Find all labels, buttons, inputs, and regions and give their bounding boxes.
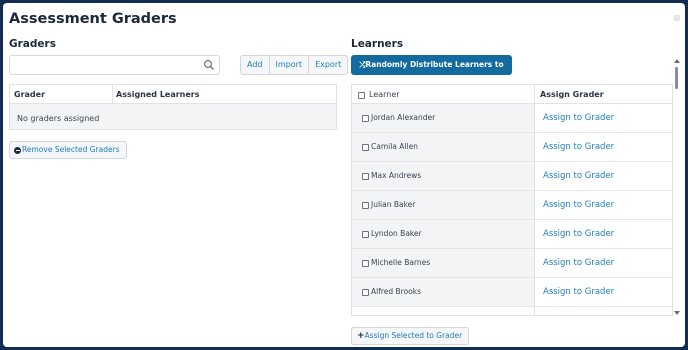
- learner-row: Julian Baker Assign to Grader: [352, 191, 672, 220]
- dialog-title: Assessment Graders: [9, 11, 177, 27]
- grader-search-input[interactable]: [9, 55, 220, 75]
- learners-table-header: Learner Assign Grader: [352, 85, 672, 104]
- learner-checkbox[interactable]: [362, 202, 369, 209]
- learner-checkbox[interactable]: [362, 289, 369, 296]
- column-divider: [534, 85, 535, 315]
- scroll-thumb[interactable]: [675, 67, 678, 89]
- randomly-distribute-button[interactable]: ⤮Randomly Distribute Learners to Graders: [351, 55, 512, 89]
- learner-row: Michelle Barnes Assign to Grader: [352, 249, 672, 278]
- export-button[interactable]: Export: [309, 56, 347, 74]
- learner-name: Lyndon Baker: [371, 229, 422, 238]
- learners-title: Learners: [351, 38, 404, 50]
- assign-selected-label: Assign Selected to Grader: [364, 331, 463, 340]
- learner-name: Max Andrews: [371, 171, 422, 180]
- assign-to-grader-link[interactable]: Assign to Grader: [543, 258, 614, 268]
- learner-row: Jordan Alexander Assign to Grader: [352, 104, 672, 133]
- minus-circle-icon: [14, 146, 21, 154]
- graders-table: Grader Assigned Learners No graders assi…: [9, 84, 337, 130]
- assign-to-grader-link[interactable]: Assign to Grader: [543, 287, 614, 297]
- learner-name: Camila Allen: [371, 142, 418, 151]
- column-header-learner[interactable]: Learner: [369, 90, 400, 99]
- assign-to-grader-link[interactable]: Assign to Grader: [543, 229, 614, 239]
- learner-checkbox[interactable]: [362, 144, 369, 151]
- assessment-graders-dialog: Assessment Graders Graders Add Import Ex…: [3, 3, 685, 347]
- grader-actions-group: Add Import Export: [240, 55, 349, 75]
- import-button[interactable]: Import: [270, 56, 310, 74]
- remove-selected-graders-label: Remove Selected Graders: [22, 145, 120, 154]
- select-all-checkbox[interactable]: [358, 92, 365, 99]
- learner-name: Alfred Brooks: [371, 287, 422, 296]
- learner-row: Alfred Brooks Assign to Grader: [352, 278, 672, 307]
- add-button[interactable]: Add: [241, 56, 270, 74]
- plus-icon: +: [357, 331, 365, 341]
- learner-row: Max Andrews Assign to Grader: [352, 162, 672, 191]
- graders-table-header: Grader Assigned Learners: [10, 85, 336, 104]
- learners-scrollbar[interactable]: [674, 59, 680, 315]
- scroll-up-icon[interactable]: [674, 59, 680, 63]
- learner-checkbox[interactable]: [362, 231, 369, 238]
- column-divider: [112, 85, 113, 104]
- assign-to-grader-link[interactable]: Assign to Grader: [543, 142, 614, 152]
- learner-name: Julian Baker: [371, 200, 416, 209]
- learner-name: Jordan Alexander: [371, 113, 436, 122]
- remove-selected-graders-button[interactable]: Remove Selected Graders: [9, 141, 127, 159]
- learners-table: Learner Assign Grader Jordan Alexander A…: [351, 84, 673, 316]
- assign-selected-to-grader-button[interactable]: +Assign Selected to Grader: [351, 327, 470, 345]
- learner-checkbox[interactable]: [362, 260, 369, 267]
- assign-to-grader-link[interactable]: Assign to Grader: [543, 171, 614, 181]
- learner-name: Michelle Barnes: [371, 258, 431, 267]
- graders-title: Graders: [9, 38, 56, 50]
- scroll-down-icon[interactable]: [674, 311, 680, 315]
- search-icon[interactable]: [203, 59, 215, 71]
- assign-to-grader-link[interactable]: Assign to Grader: [543, 113, 614, 123]
- column-header-grader[interactable]: Grader: [14, 90, 45, 99]
- learner-checkbox[interactable]: [362, 115, 369, 122]
- column-header-assigned-learners[interactable]: Assigned Learners: [116, 90, 200, 99]
- learner-row: Lyndon Baker Assign to Grader: [352, 220, 672, 249]
- learner-row: Camila Allen Assign to Grader: [352, 133, 672, 162]
- assign-to-grader-link[interactable]: Assign to Grader: [543, 200, 614, 210]
- close-icon[interactable]: [674, 15, 680, 21]
- column-header-assign-grader: Assign Grader: [540, 90, 604, 99]
- empty-graders-message: No graders assigned: [17, 114, 100, 123]
- learner-checkbox[interactable]: [362, 173, 369, 180]
